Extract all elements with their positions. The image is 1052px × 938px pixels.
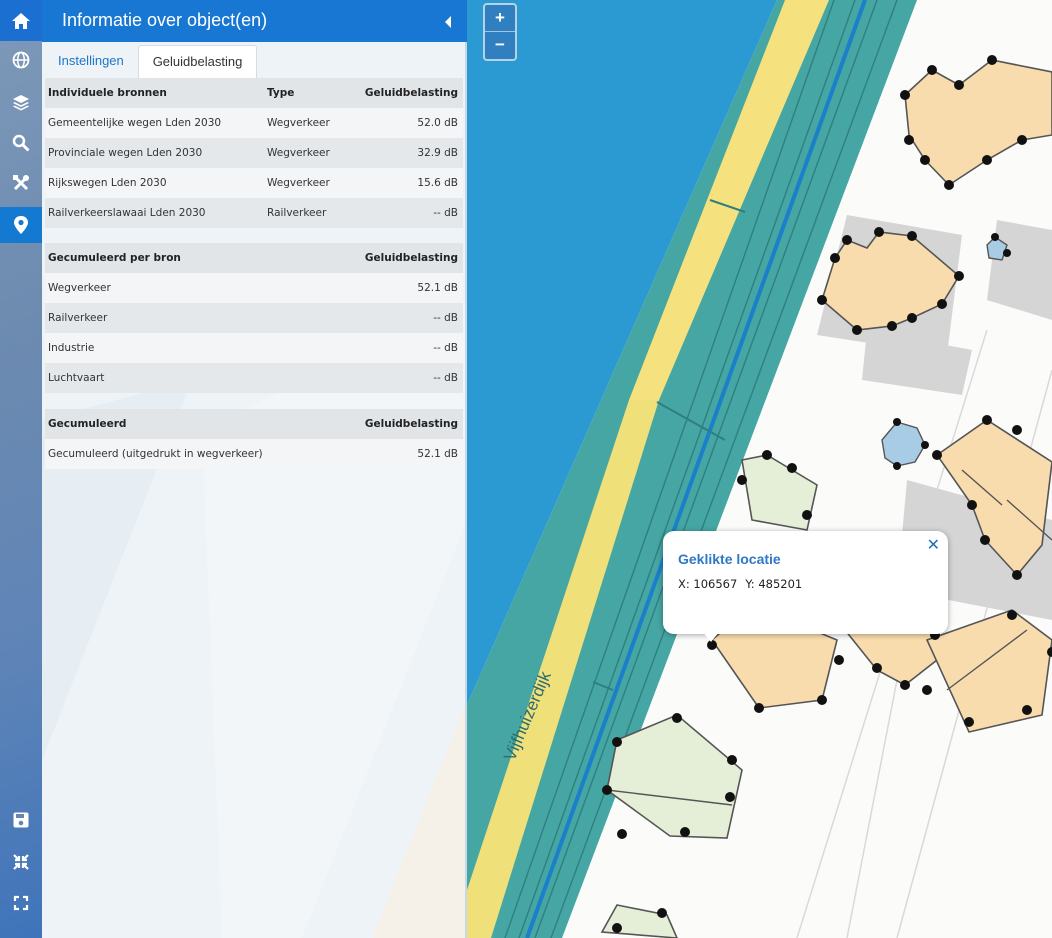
source-type: Wegverkeer <box>267 117 330 129</box>
column-header-source: Gecumuleerd per bron <box>48 252 181 264</box>
source-type: Wegverkeer <box>267 147 330 159</box>
table-header: Gecumuleerd per bron Geluidbelasting <box>45 243 463 273</box>
map-marker-icon <box>14 216 28 234</box>
globe-button[interactable] <box>0 42 42 78</box>
popup-close-button[interactable]: ✕ <box>927 535 940 554</box>
per-source-table: Gecumuleerd per bron Geluidbelasting Weg… <box>45 243 463 393</box>
zoom-out-button[interactable]: − <box>485 31 515 58</box>
table-row: Gemeentelijke wegen Lden 2030 Wegverkeer… <box>45 108 463 138</box>
source-name: Provinciale wegen Lden 2030 <box>48 147 203 159</box>
column-header-source: Gecumuleerd <box>48 418 127 430</box>
layers-button[interactable] <box>0 84 42 120</box>
table-row: Luchtvaart -- dB <box>45 363 463 393</box>
table-header: Individuele bronnen Type Geluidbelasting <box>45 78 463 108</box>
fullscreen-button[interactable] <box>0 885 42 921</box>
tab-instellingen[interactable]: Instellingen <box>58 45 124 77</box>
source-name: Industrie <box>48 342 95 354</box>
noise-value: 15.6 dB <box>417 177 458 189</box>
noise-value: 52.1 dB <box>417 282 458 294</box>
compress-icon <box>13 854 29 870</box>
popup-coordinates: X: 106567 Y: 485201 <box>678 577 810 591</box>
tools-button[interactable] <box>0 165 42 201</box>
panel-header: Informatie over object(en) <box>42 0 467 42</box>
map-canvas[interactable]: Vijfhuizerdijk <box>467 0 1052 938</box>
individual-sources-table: Individuele bronnen Type Geluidbelasting… <box>45 78 463 228</box>
column-header-noise: Geluidbelasting <box>364 252 458 264</box>
table-row: Rijkswegen Lden 2030 Wegverkeer 15.6 dB <box>45 168 463 198</box>
source-name: Gemeentelijke wegen Lden 2030 <box>48 117 222 129</box>
noise-value: -- dB <box>433 372 458 384</box>
source-name: Rijkswegen Lden 2030 <box>48 177 167 189</box>
search-button[interactable] <box>0 125 42 161</box>
table-row: Railverkeerslawaai Lden 2030 Railverkeer… <box>45 198 463 228</box>
caret-left-icon <box>445 16 451 28</box>
table-row: Gecumuleerd (uitgedrukt in wegverkeer) 5… <box>45 439 463 469</box>
save-button[interactable] <box>0 802 42 838</box>
tools-icon <box>13 175 29 191</box>
table-row: Railverkeer -- dB <box>45 303 463 333</box>
tab-geluidbelasting[interactable]: Geluidbelasting <box>138 45 257 78</box>
cumulative-table: Gecumuleerd Geluidbelasting Gecumuleerd … <box>45 409 463 469</box>
coordinate-x: X: 106567 <box>678 577 738 591</box>
left-toolbar <box>0 0 42 938</box>
popup-title: Geklikte locatie <box>678 551 781 567</box>
column-header-type: Type <box>267 87 295 99</box>
source-type: Wegverkeer <box>267 177 330 189</box>
noise-value: -- dB <box>433 312 458 324</box>
info-panel: Informatie over object(en) Instellingen … <box>42 0 467 938</box>
panel-title: Informatie over object(en) <box>62 10 268 30</box>
table-row: Industrie -- dB <box>45 333 463 363</box>
noise-value: -- dB <box>433 207 458 219</box>
save-icon <box>13 812 29 828</box>
table-row: Provinciale wegen Lden 2030 Wegverkeer 3… <box>45 138 463 168</box>
home-button[interactable] <box>0 3 42 39</box>
coordinate-y: Y: 485201 <box>745 577 803 591</box>
globe-icon <box>12 51 30 69</box>
search-icon <box>12 134 30 152</box>
source-name: Railverkeer <box>48 312 108 324</box>
zoom-control: + − <box>483 3 517 61</box>
location-button[interactable] <box>0 207 42 243</box>
column-header-noise: Geluidbelasting <box>364 418 458 430</box>
column-header-source: Individuele bronnen <box>48 87 167 99</box>
noise-value: 52.0 dB <box>417 117 458 129</box>
column-header-noise: Geluidbelasting <box>364 87 458 99</box>
noise-value: -- dB <box>433 342 458 354</box>
source-name: Gecumuleerd (uitgedrukt in wegverkeer) <box>48 448 263 460</box>
home-icon <box>12 13 30 29</box>
panel-tabs: Instellingen Geluidbelasting <box>42 43 463 78</box>
noise-value: 52.1 dB <box>417 448 458 460</box>
map-view[interactable]: Vijfhuizerdijk + − Geklikte locatie X: 1… <box>467 0 1052 938</box>
table-row: Wegverkeer 52.1 dB <box>45 273 463 303</box>
compress-button[interactable] <box>0 844 42 880</box>
noise-value: 32.9 dB <box>417 147 458 159</box>
location-popup: Geklikte locatie X: 106567 Y: 485201 ✕ <box>663 531 948 642</box>
source-type: Railverkeer <box>267 207 327 219</box>
fullscreen-icon <box>13 895 29 911</box>
zoom-in-button[interactable]: + <box>485 5 515 31</box>
table-header: Gecumuleerd Geluidbelasting <box>45 409 463 439</box>
source-name: Railverkeerslawaai Lden 2030 <box>48 207 206 219</box>
source-name: Luchtvaart <box>48 372 105 384</box>
popup-tip <box>703 632 719 642</box>
source-name: Wegverkeer <box>48 282 111 294</box>
layers-icon <box>13 95 29 111</box>
collapse-panel-button[interactable] <box>443 14 453 33</box>
